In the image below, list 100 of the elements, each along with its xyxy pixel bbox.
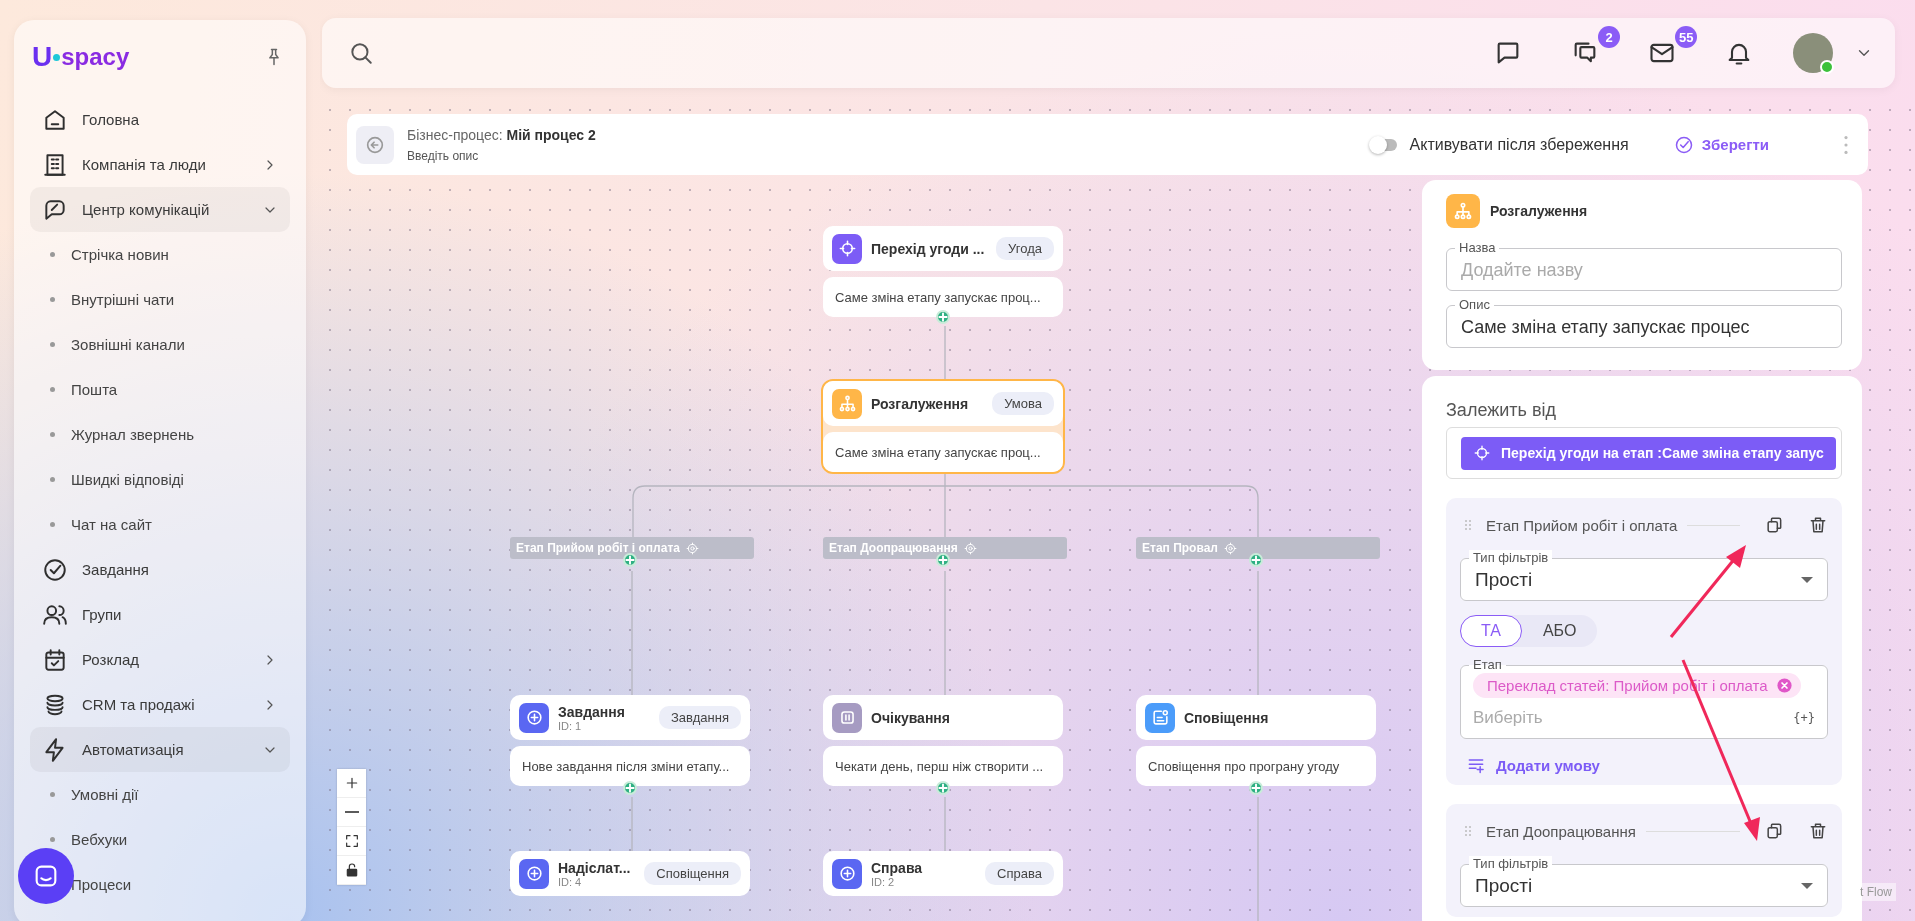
delete-button[interactable] [1808,515,1828,535]
node-description: Сповіщення про програну угоду [1136,746,1376,786]
add-step-button[interactable] [936,553,950,567]
field-label: Опис [1458,297,1491,313]
filter-type-select[interactable]: Тип фільтрів Прості [1460,856,1828,907]
logo[interactable]: U spacy [32,41,130,73]
lock-button[interactable] [337,856,366,885]
name-input[interactable]: Додайте назву [1461,256,1827,290]
check-circle-icon [42,556,68,583]
nav-subitem[interactable]: Стрічка новин [71,246,169,263]
bullet-icon [50,477,55,482]
flow-node[interactable]: Розгалуження Умова Саме зміна етапу запускає проц... [821,379,1065,474]
nav-subitem[interactable]: Пошта [71,381,118,398]
condition-title: Етап Доопрацювання [1486,822,1636,840]
nav-subitem[interactable]: Зовнішні канали [71,336,185,353]
save-button[interactable]: Зберегти [1669,128,1773,161]
nav-subitem[interactable]: Чат на сайт [71,516,152,533]
bullet-icon [50,792,55,797]
remove-button[interactable] [1775,677,1793,694]
stage-input[interactable]: Виберіть [1473,708,1794,728]
nav-item[interactable]: Групи [30,592,290,637]
flow-node[interactable]: Завдання ID: 1 Завдання Нове завдання після зміни етапу... [508,693,752,788]
node-header[interactable]: Очікування [823,695,1063,740]
pause-icon [832,702,862,733]
description-input[interactable]: Саме зміна етапу запускає процес [1461,313,1827,347]
nav-item[interactable]: Центр комунікацій [30,187,290,232]
node-type-tag: Угода [996,237,1054,260]
logic-option[interactable]: АБО [1521,615,1598,647]
process-title: Бізнес-процес: Мій процес 2 [407,126,596,143]
flow-node[interactable]: Перехід угоди ... Угода Саме зміна етапу запускає проц... [821,224,1065,319]
gear-icon [963,541,977,555]
zoom-out-button[interactable] [337,798,366,827]
user-avatar[interactable] [1793,33,1833,73]
nav-item[interactable]: Автоматизація [30,727,290,772]
field-label: Назва [1458,240,1497,256]
add-step-button[interactable] [936,781,950,795]
branch-name: Етап Прийом робіт і оплата [516,541,680,555]
caret-down-icon [1801,577,1813,583]
node-type-tag: Справа [985,862,1054,885]
bullet-icon [50,522,55,527]
nav-subitem[interactable]: Умовні дії [71,786,139,803]
activate-toggle[interactable] [1372,138,1397,151]
add-step-button[interactable] [1249,781,1263,795]
plus-icon [938,312,948,322]
calendar-icon [42,646,68,673]
node-description: Саме зміна етапу запускає проц... [823,432,1063,472]
name-field[interactable]: Назва Додайте назву [1446,240,1842,291]
nav-item[interactable]: Компанія та люди [30,142,290,187]
nav-item[interactable]: CRM та продажі [30,682,290,727]
description-field[interactable]: Опис Саме зміна етапу запускає процес [1446,297,1842,348]
node-title: Справа [871,859,923,876]
nav-item[interactable]: Головна [30,97,290,142]
add-condition-button[interactable]: Додати умову [1460,755,1606,775]
node-title: Очікування [871,709,950,726]
plus-icon [1251,783,1261,793]
bullet-icon [50,342,55,347]
node-header[interactable]: Завдання ID: 1 Завдання [510,695,750,740]
nav-subitem[interactable]: Внутрішні чати [71,291,175,308]
flow-node[interactable]: Сповіщення Сповіщення про програну угоду [1134,693,1378,788]
node-header[interactable]: Розгалуження Умова [823,381,1063,426]
trash-icon [1808,821,1828,841]
flow-node[interactable]: Очікування Чекати день, перш ніж створити ... [821,693,1065,788]
add-step-button[interactable] [623,553,637,567]
node-type-tag: Сповіщення [644,862,741,885]
node-description: Нове завдання після зміни етапу... [510,746,750,786]
insert-variable-button[interactable]: {+} [1793,711,1815,725]
back-button[interactable] [356,125,394,164]
filter-type-select[interactable]: Тип фільтрів Прості [1460,550,1828,601]
logic-option[interactable]: ТА [1460,615,1522,647]
nav-item[interactable]: Завдання [30,547,290,592]
nav-subitem[interactable]: Журнал звернень [71,426,194,443]
add-step-button[interactable] [623,781,637,795]
node-header[interactable]: Перехід угоди ... Угода [823,226,1063,271]
connector-line [944,325,946,382]
delete-button[interactable] [1808,821,1828,841]
add-step-button[interactable] [1249,553,1263,567]
nav-item[interactable]: Розклад [30,637,290,682]
crosshair-icon [1473,444,1491,462]
nav-subitem[interactable]: Швидкі відповіді [71,471,184,488]
bullet-icon [50,387,55,392]
chat-launcher-button[interactable] [18,848,74,904]
dependency-field[interactable]: Перехід угоди на етап :Саме зміна етапу запус [1446,427,1842,479]
bullet-icon [50,252,55,257]
fit-view-button[interactable] [337,827,366,856]
check-circle-icon [1673,134,1694,155]
node-header[interactable]: Надіслат... ID: 4 Сповіщення [510,851,750,896]
gear-icon [685,541,699,555]
nav-subitem[interactable]: Вебхуки [71,831,128,848]
copy-button[interactable] [1764,821,1784,841]
node-title: Перехід угоди ... [871,240,985,257]
search-icon [348,40,374,66]
copy-button[interactable] [1764,515,1784,535]
plus-icon [1251,555,1261,565]
node-header[interactable]: Справа ID: 2 Справа [823,851,1063,896]
fit-view-icon [343,833,360,849]
zoom-in-button[interactable] [337,769,366,798]
node-header[interactable]: Сповіщення [1136,695,1376,740]
nav-subitem[interactable]: Процеси [71,876,132,893]
description-placeholder[interactable]: Введіть опис [407,148,596,163]
add-step-button[interactable] [936,310,950,324]
